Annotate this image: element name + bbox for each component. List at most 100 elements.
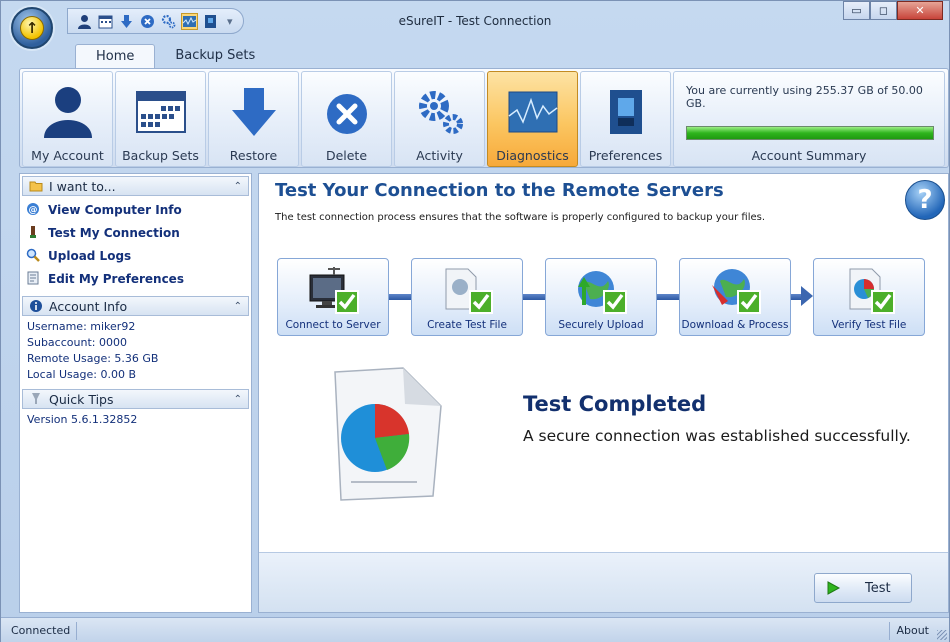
local-usage-text: Local Usage: 0.00 B bbox=[27, 368, 137, 381]
magnifier-icon bbox=[26, 248, 42, 264]
backup-sets-button[interactable]: Backup Sets bbox=[115, 71, 206, 167]
step-connector bbox=[655, 294, 681, 300]
my-account-label: My Account bbox=[31, 148, 104, 163]
upload-globe-icon bbox=[578, 271, 627, 314]
tab-backup-sets[interactable]: Backup Sets bbox=[155, 44, 275, 69]
i-want-to-header[interactable]: I want to... ⌃ bbox=[22, 176, 249, 196]
step-download-process: Download & Process bbox=[679, 258, 791, 336]
about-link[interactable]: About bbox=[889, 622, 935, 640]
usage-progress-fill bbox=[687, 127, 933, 139]
edit-my-preferences-link[interactable]: Edit My Preferences bbox=[26, 267, 251, 290]
user-icon bbox=[43, 87, 92, 138]
usage-text: You are currently using 255.37 GB of 50.… bbox=[686, 84, 923, 110]
step-verify-test-file: Verify Test File bbox=[813, 258, 925, 336]
collapse-icon[interactable]: ⌃ bbox=[234, 181, 242, 192]
collapse-icon[interactable]: ⌃ bbox=[234, 394, 242, 405]
delete-label: Delete bbox=[325, 148, 368, 163]
diagnostics-button[interactable]: Diagnostics bbox=[487, 71, 578, 167]
test-button-label: Test bbox=[865, 580, 891, 596]
page-description: The test connection process ensures that… bbox=[275, 212, 766, 223]
upload-logs-link[interactable]: Upload Logs bbox=[26, 244, 251, 267]
quick-tips-content: Version 5.6.1.32852 bbox=[20, 409, 251, 432]
close-button[interactable]: ✕ bbox=[897, 1, 943, 20]
diagnostics-label: Diagnostics bbox=[496, 148, 569, 163]
test-button[interactable]: Test bbox=[814, 573, 912, 603]
ribbon-tabs: Home Backup Sets bbox=[75, 44, 275, 69]
i-want-to-links: @ View Computer Info Test My Connection … bbox=[20, 196, 251, 294]
status-bar: Connected About bbox=[1, 617, 949, 642]
view-computer-info-link[interactable]: @ View Computer Info bbox=[26, 198, 251, 221]
title-bar: ↑ ▾ eSureIT - Test Connection ▭ ◻ ✕ bbox=[1, 1, 949, 49]
minimize-icon: ▭ bbox=[851, 4, 862, 17]
my-account-button[interactable]: My Account bbox=[22, 71, 113, 167]
backup-sets-label: Backup Sets bbox=[122, 148, 199, 163]
subaccount-text: Subaccount: 0000 bbox=[27, 336, 127, 349]
preferences-icon bbox=[609, 90, 642, 134]
step-label: Connect to Server bbox=[285, 319, 381, 331]
activity-button[interactable]: Activity bbox=[394, 71, 485, 167]
quick-tips-title: Quick Tips bbox=[49, 391, 114, 407]
collapse-icon[interactable]: ⌃ bbox=[234, 301, 242, 312]
resize-grip-icon[interactable] bbox=[937, 630, 947, 640]
edit-my-preferences-label: Edit My Preferences bbox=[48, 271, 184, 286]
activity-label: Activity bbox=[416, 148, 463, 163]
account-summary-label: Account Summary bbox=[751, 148, 867, 163]
result-title: Test Completed bbox=[523, 392, 707, 416]
test-steps: Connect to Server Create Test File Secur… bbox=[277, 258, 937, 340]
app-orb-button[interactable]: ↑ bbox=[11, 7, 53, 49]
step-connector bbox=[521, 294, 547, 300]
view-computer-info-label: View Computer Info bbox=[48, 202, 182, 217]
diagnostics-icon bbox=[508, 91, 557, 133]
tab-home[interactable]: Home bbox=[75, 44, 156, 69]
step-label: Verify Test File bbox=[831, 319, 907, 331]
download-globe-icon bbox=[712, 269, 761, 314]
username-text: Username: miker92 bbox=[27, 320, 136, 333]
minimize-button[interactable]: ▭ bbox=[843, 1, 870, 20]
account-summary-button[interactable]: You are currently using 255.37 GB of 50.… bbox=[673, 71, 945, 167]
account-info-header[interactable]: Account Info ⌃ bbox=[22, 296, 249, 316]
version-text: Version 5.6.1.32852 bbox=[27, 413, 138, 426]
step-label: Securely Upload bbox=[558, 319, 644, 331]
upload-logs-label: Upload Logs bbox=[48, 248, 132, 263]
file-icon bbox=[445, 268, 493, 314]
step-securely-upload: Securely Upload bbox=[545, 258, 657, 336]
help-icon[interactable]: ? bbox=[905, 180, 945, 220]
remote-usage-text: Remote Usage: 5.36 GB bbox=[27, 352, 159, 365]
app-window: ↑ ▾ eSureIT - Test Connection ▭ ◻ ✕ Home… bbox=[0, 0, 950, 642]
window-controls: ▭ ◻ ✕ bbox=[843, 1, 943, 20]
info-icon: @ bbox=[26, 202, 42, 218]
step-arrow-icon bbox=[801, 286, 813, 306]
page-title: Test Your Connection to the Remote Serve… bbox=[275, 180, 724, 201]
usage-progress-bar bbox=[686, 126, 934, 140]
play-icon bbox=[825, 580, 841, 596]
sidebar: I want to... ⌃ @ View Computer Info Test… bbox=[19, 173, 252, 613]
preferences-button[interactable]: Preferences bbox=[580, 71, 671, 167]
test-my-connection-label: Test My Connection bbox=[48, 225, 180, 240]
maximize-icon: ◻ bbox=[878, 4, 889, 17]
restore-button[interactable]: Restore bbox=[208, 71, 299, 167]
test-my-connection-link[interactable]: Test My Connection bbox=[26, 221, 251, 244]
close-icon: ✕ bbox=[915, 4, 925, 17]
step-label: Download & Process bbox=[681, 319, 789, 331]
step-connector bbox=[387, 294, 413, 300]
step-label: Create Test File bbox=[427, 319, 507, 331]
delete-button[interactable]: Delete bbox=[301, 71, 392, 167]
preferences-icon bbox=[26, 271, 42, 287]
quick-tips-header[interactable]: Quick Tips ⌃ bbox=[22, 389, 249, 409]
pie-file-icon bbox=[849, 268, 895, 314]
account-info-content: Username: miker92 Subaccount: 0000 Remot… bbox=[20, 316, 251, 387]
connection-status: Connected bbox=[5, 622, 78, 640]
pie-report-icon bbox=[334, 367, 442, 501]
window-title: eSureIT - Test Connection bbox=[398, 14, 552, 28]
delete-icon bbox=[326, 94, 367, 134]
info-icon bbox=[29, 299, 43, 313]
step-connect-to-server: Connect to Server bbox=[277, 258, 389, 336]
computer-icon bbox=[309, 267, 359, 314]
calendar-icon bbox=[135, 91, 186, 133]
restore-label: Restore bbox=[229, 148, 278, 163]
result-message: A secure connection was established succ… bbox=[523, 427, 911, 445]
folder-icon bbox=[29, 179, 43, 193]
step-create-test-file: Create Test File bbox=[411, 258, 523, 336]
svg-text:@: @ bbox=[29, 205, 38, 215]
maximize-button[interactable]: ◻ bbox=[870, 1, 897, 20]
